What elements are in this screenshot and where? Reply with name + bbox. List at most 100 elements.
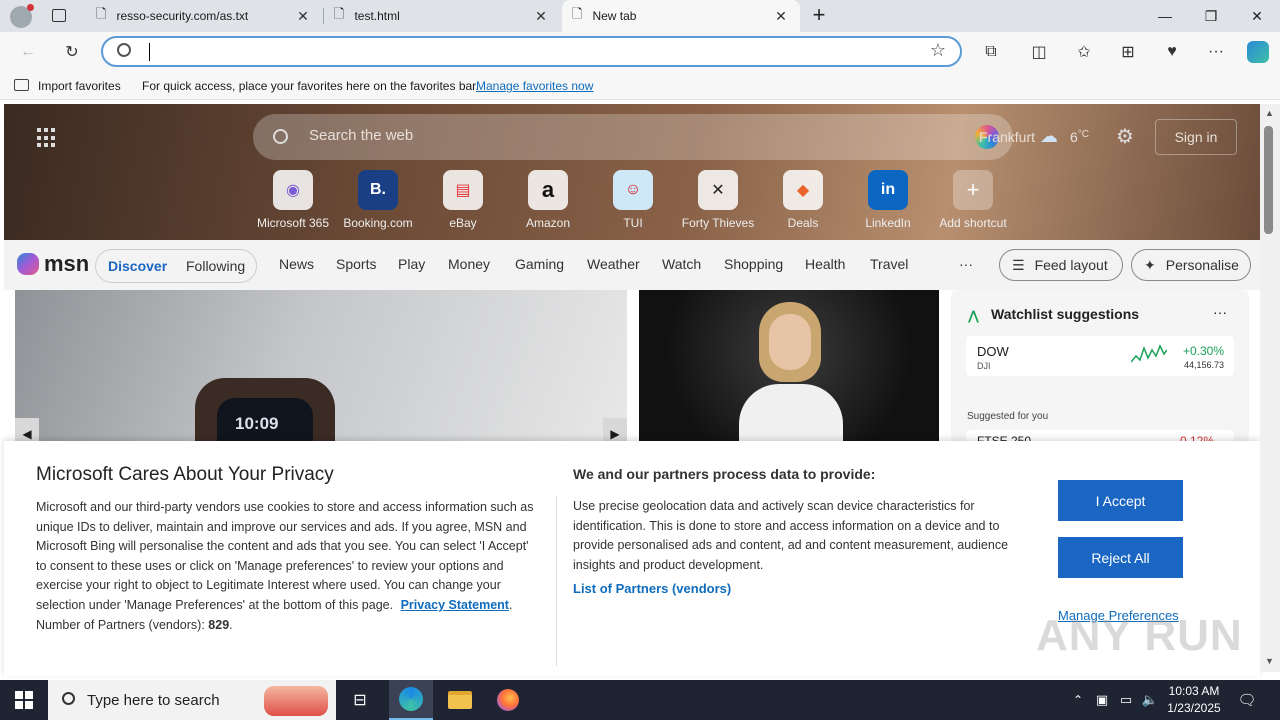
profile-avatar[interactable] <box>10 4 34 28</box>
nav-gaming[interactable]: Gaming <box>515 256 564 272</box>
import-favorites-button[interactable]: Import favorites <box>38 79 121 93</box>
speaker-photo <box>739 302 843 442</box>
personalise-button[interactable]: ✦ Personalise <box>1131 249 1251 281</box>
address-input[interactable] <box>149 43 152 61</box>
nav-weather[interactable]: Weather <box>587 256 640 272</box>
nav-more-icon[interactable]: ··· <box>959 256 973 272</box>
device-icon[interactable]: ▣ <box>1092 680 1112 720</box>
scroll-up-icon[interactable]: ▲ <box>1265 108 1274 118</box>
show-hidden-icons[interactable]: ⌃ <box>1068 680 1088 720</box>
collections-icon[interactable]: ⊞ <box>1112 32 1144 72</box>
tab-new-tab[interactable]: 🗋 New tab ✕ <box>562 0 800 32</box>
weather-temp[interactable]: 6°C <box>1070 129 1089 145</box>
feed-card-watch[interactable]: 10:09 ◀ ▶ <box>15 290 627 442</box>
deals-icon: ◆ <box>783 170 823 210</box>
shortcut-deals[interactable]: ◆ Deals <box>763 170 843 230</box>
carousel-next-button[interactable]: ▶ <box>603 418 627 442</box>
tab-resso-security[interactable]: 🗋 resso-security.com/as.txt ✕ <box>86 0 322 32</box>
apps-launcher-icon[interactable] <box>37 128 57 148</box>
manage-favorites-link[interactable]: Manage favorites now <box>476 79 593 93</box>
sliders-icon: ☰ <box>1012 256 1025 273</box>
msn-logo[interactable]: msn <box>44 251 89 277</box>
browser-toolbar: ← ↻ ☆ ⧉ ◫ ✩ ⊞ ♥ ··· <box>0 32 1280 72</box>
taskbar-clock[interactable]: 10:03 AM 1/23/2025 <box>1164 683 1224 717</box>
settings-gear-icon[interactable]: ⚙ <box>1116 124 1134 149</box>
nav-health[interactable]: Health <box>805 256 845 272</box>
nav-sports[interactable]: Sports <box>336 256 376 272</box>
weather-city[interactable]: Frankfurt <box>979 129 1035 145</box>
shortcut-label: Deals <box>787 216 819 230</box>
accept-button[interactable]: I Accept <box>1058 480 1183 521</box>
extensions-icon[interactable]: ⧉ <box>975 32 1007 72</box>
shortcut-linkedin[interactable]: in LinkedIn <box>848 170 928 230</box>
reject-all-button[interactable]: Reject All <box>1058 537 1183 578</box>
firefox-icon[interactable] <box>486 680 530 720</box>
sign-in-button[interactable]: Sign in <box>1155 119 1237 155</box>
nav-travel[interactable]: Travel <box>870 256 908 272</box>
close-window-button[interactable]: ✕ <box>1234 0 1280 32</box>
notifications-icon[interactable]: 🗨 <box>1232 680 1262 720</box>
privacy-statement-link[interactable]: Privacy Statement <box>401 598 509 612</box>
performance-icon[interactable]: ♥ <box>1156 32 1188 72</box>
carousel-prev-button[interactable]: ◀ <box>15 418 39 442</box>
shortcut-label: Booking.com <box>343 216 413 230</box>
network-icon[interactable]: ▭ <box>1116 680 1136 720</box>
menu-dots-icon[interactable]: ··· <box>1200 32 1232 72</box>
restore-button[interactable]: ❐ <box>1188 0 1234 32</box>
nav-money[interactable]: Money <box>448 256 490 272</box>
scroll-thumb[interactable] <box>1264 126 1273 234</box>
back-button[interactable]: ← <box>12 32 44 72</box>
shortcut-ebay[interactable]: ▤ eBay <box>423 170 503 230</box>
smartwatch-image: 10:09 <box>195 378 335 442</box>
split-screen-icon[interactable]: ◫ <box>1023 32 1055 72</box>
favorites-icon[interactable]: ✩ <box>1068 32 1100 72</box>
tab-test-html[interactable]: 🗋 test.html ✕ <box>324 0 560 32</box>
partners-label: Number of Partners (vendors): <box>36 617 205 632</box>
address-bar[interactable]: ☆ <box>101 36 962 67</box>
shortcut-forty-thieves[interactable]: ✕ Forty Thieves <box>678 170 758 230</box>
msn-butterfly-icon[interactable] <box>17 253 39 275</box>
watchlist-more-icon[interactable]: ··· <box>1213 304 1227 320</box>
import-favorites-icon[interactable] <box>14 79 29 91</box>
microsoft-365-icon: ◉ <box>273 170 313 210</box>
nav-news[interactable]: News <box>279 256 314 272</box>
shortcut-label: LinkedIn <box>865 216 911 230</box>
feed-layout-button[interactable]: ☰ Feed layout <box>999 249 1123 281</box>
shortcut-amazon[interactable]: a Amazon <box>508 170 588 230</box>
web-search-box[interactable]: Search the web <box>253 114 1013 160</box>
shortcut-add[interactable]: + Add shortcut <box>933 170 1013 230</box>
nav-play[interactable]: Play <box>398 256 425 272</box>
copilot-icon[interactable] <box>1242 32 1274 72</box>
nav-shopping[interactable]: Shopping <box>724 256 783 272</box>
start-button[interactable] <box>0 680 48 720</box>
task-view-icon[interactable]: ⊟ <box>340 680 380 720</box>
tab-actions-icon[interactable] <box>52 9 66 22</box>
taskbar-search-box[interactable]: Type here to search <box>48 680 336 720</box>
file-explorer-icon[interactable] <box>438 680 482 720</box>
feed-card-speaker[interactable] <box>639 290 939 442</box>
watchlist-widget: ⋀ Watchlist suggestions ··· DOW DJI +0.3… <box>951 290 1249 442</box>
shortcut-tui[interactable]: ☺ TUI <box>593 170 673 230</box>
new-tab-button[interactable]: + <box>806 3 832 29</box>
tab-discover[interactable]: Discover <box>108 258 167 274</box>
vendors-list-link[interactable]: List of Partners (vendors) <box>573 581 731 596</box>
nav-watch[interactable]: Watch <box>662 256 701 272</box>
stock-row-dow[interactable]: DOW DJI +0.30% 44,156.73 <box>966 336 1234 376</box>
page-scrollbar[interactable]: ▲ ▼ <box>1260 104 1280 672</box>
shortcut-microsoft-365[interactable]: ◉ Microsoft 365 <box>253 170 333 230</box>
edge-taskbar-icon[interactable] <box>389 680 433 720</box>
close-icon[interactable]: ✕ <box>294 8 312 25</box>
tui-icon: ☺ <box>613 170 653 210</box>
minimize-button[interactable]: — <box>1142 0 1188 32</box>
refresh-button[interactable]: ↻ <box>56 32 88 72</box>
page-icon: 🗋 <box>96 6 107 21</box>
favorites-bar: Import favorites For quick access, place… <box>0 72 1280 100</box>
scroll-down-icon[interactable]: ▼ <box>1265 656 1274 666</box>
privacy-title: Microsoft Cares About Your Privacy <box>36 464 334 485</box>
volume-icon[interactable]: 🔈 <box>1140 680 1160 720</box>
close-icon[interactable]: ✕ <box>772 8 790 25</box>
favorite-star-icon[interactable]: ☆ <box>930 40 946 61</box>
shortcut-booking[interactable]: B. Booking.com <box>338 170 418 230</box>
close-icon[interactable]: ✕ <box>532 8 550 25</box>
tab-following[interactable]: Following <box>186 258 245 274</box>
